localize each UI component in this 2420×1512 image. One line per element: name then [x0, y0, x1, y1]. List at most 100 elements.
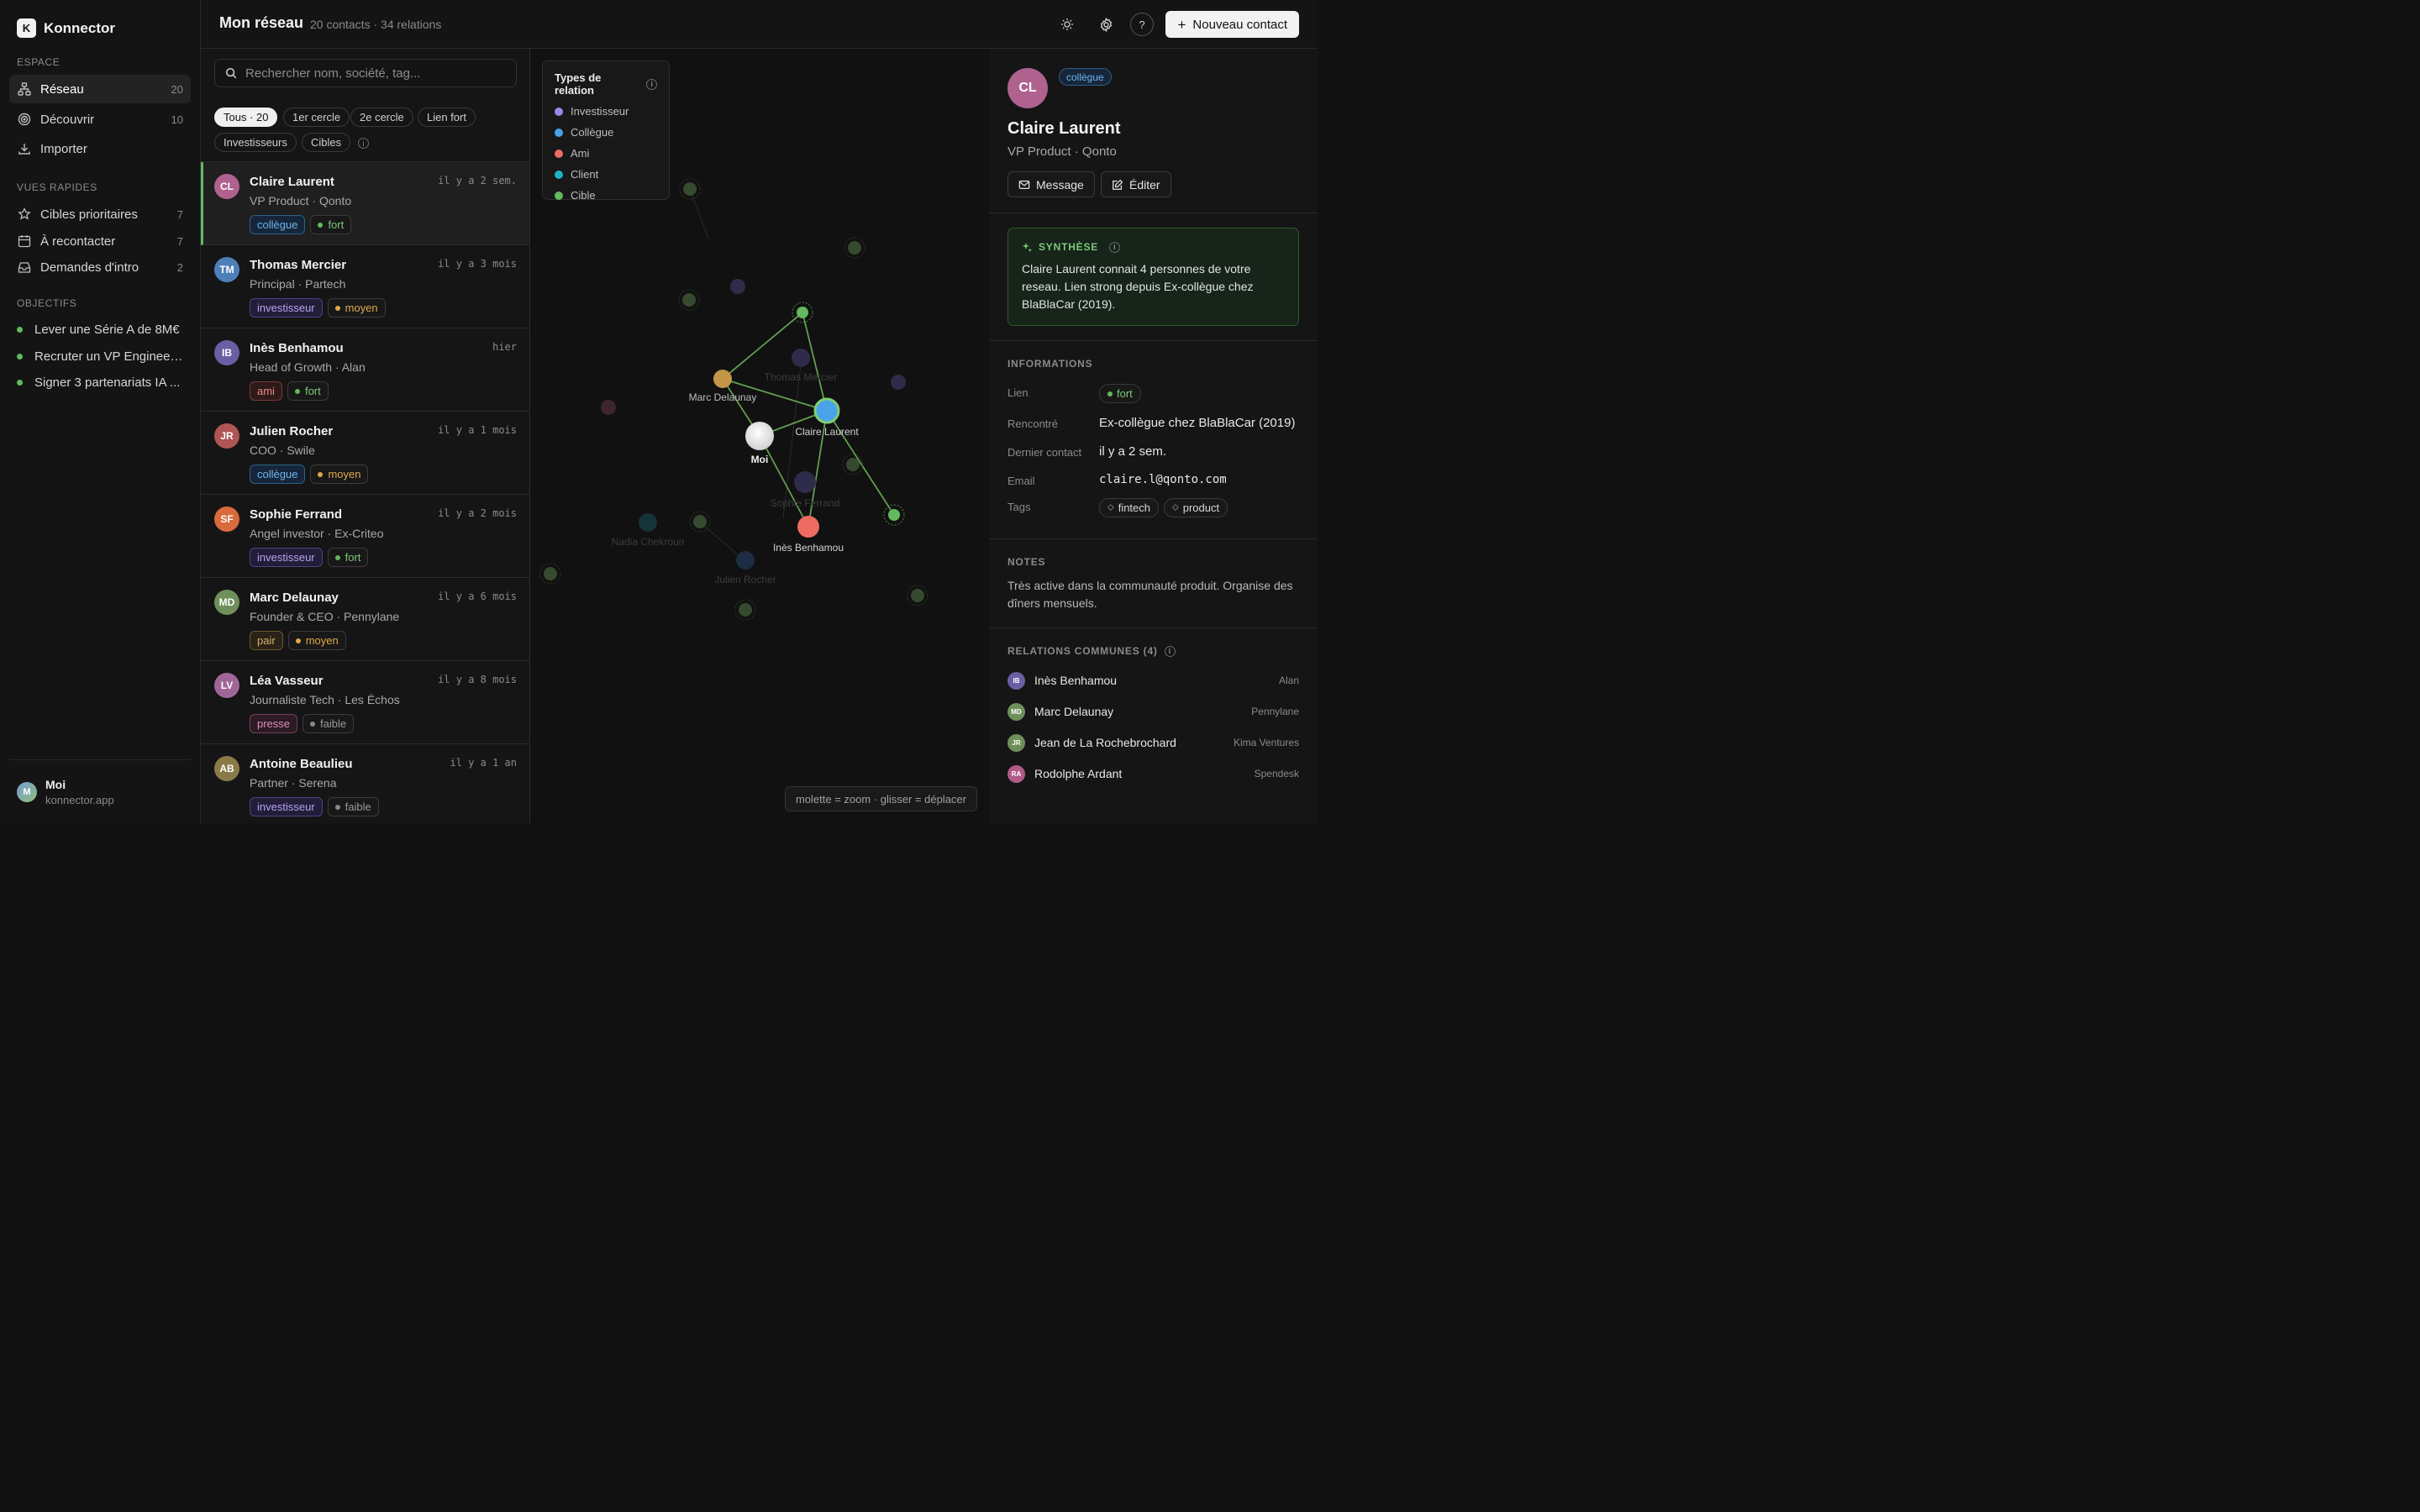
user-footer[interactable]: M Moi konnector.app: [9, 759, 191, 823]
sidebar-item-importer[interactable]: Importer: [9, 134, 191, 163]
sidebar-goal-1[interactable]: Lever une Série A de 8M€: [9, 315, 191, 344]
goal-label: Lever une Série A de 8M€: [34, 322, 180, 337]
relation-tag: collègue: [250, 465, 306, 484]
graph-label-claire: Claire Laurent: [795, 426, 859, 438]
mutual-company: Alan: [1278, 675, 1299, 686]
mutual-relation-row[interactable]: IB Inès Benhamou Alan: [1007, 671, 1299, 690]
mutual-section-title: RELATIONS COMMUNES (4) i: [1007, 645, 1176, 657]
new-contact-button[interactable]: + Nouveau contact: [1165, 11, 1299, 38]
detail-divider: [989, 538, 1318, 539]
strength-label: moyen: [305, 634, 339, 647]
tag-pill[interactable]: ⬦ fintech: [1099, 498, 1160, 517]
legend-label: Ami: [571, 147, 590, 160]
filter-cibles[interactable]: Cibles: [302, 133, 351, 152]
detail-divider: [989, 627, 1318, 628]
legend-item-cible: Cible: [555, 189, 657, 202]
search-input[interactable]: [245, 66, 506, 81]
contact-row[interactable]: LV Léa Vasseur Journaliste Tech · Les Écho…: [201, 661, 529, 744]
graph-node-claire: [813, 397, 840, 424]
info-row-lien: Lien fort: [1007, 384, 1299, 404]
info-value: fort: [1099, 384, 1141, 403]
message-button[interactable]: Message: [1007, 171, 1095, 197]
contact-row[interactable]: IB Inès Benhamou Head of Growth · Alan hier…: [201, 328, 529, 412]
contact-avatar: AB: [214, 756, 239, 781]
mutual-relation-row[interactable]: JR Jean de La Rochebrochard Kima Ventures: [1007, 733, 1299, 752]
filter-2e-cercle[interactable]: 2e cercle: [350, 108, 413, 127]
strength-tag: moyen: [327, 298, 386, 318]
tag-icon: ⬦: [1107, 502, 1114, 512]
mail-icon: [1018, 180, 1030, 189]
legend-dot-icon: [555, 149, 563, 158]
user-name: Moi: [45, 777, 66, 791]
sidebar-item-reseau[interactable]: Réseau 20: [9, 75, 191, 103]
graph-label-sophie: Sophie Ferrand: [771, 497, 840, 509]
mutual-company: Spendesk: [1254, 768, 1299, 780]
brand[interactable]: K Konnector: [17, 18, 115, 38]
search-box[interactable]: [214, 59, 517, 87]
contact-row[interactable]: AB Antoine Beaulieu Partner · Serena il y a…: [201, 744, 529, 823]
edit-button[interactable]: Éditer: [1101, 171, 1171, 197]
contact-avatar: SF: [214, 507, 239, 532]
relation-tag: collègue: [250, 215, 306, 234]
settings-button[interactable]: [1093, 12, 1118, 37]
filter-tous[interactable]: Tous · 20: [214, 108, 278, 127]
sidebar-item-label: Découvrir: [40, 112, 95, 127]
graph-node-moi: [745, 422, 774, 450]
contact-name: Antoine Beaulieu: [250, 757, 353, 771]
contact-row[interactable]: SF Sophie Ferrand Angel investor · Ex-Crit…: [201, 495, 529, 578]
filter-lien-fort[interactable]: Lien fort: [418, 108, 476, 127]
graph-node-faded: [730, 279, 745, 294]
sidebar-goal-3[interactable]: Signer 3 partenariats IA ...: [9, 368, 191, 396]
mutual-title-text: RELATIONS COMMUNES (4): [1007, 645, 1158, 657]
sidebar-goal-2[interactable]: Recruter un VP Engineer...: [9, 342, 191, 370]
mutual-company: Pennylane: [1251, 706, 1299, 717]
contact-list-panel: Tous · 20 1er cercle 2e cercle Lien fort…: [201, 49, 530, 823]
contact-tags: investisseur moyen: [250, 298, 386, 318]
network-graph[interactable]: Thomas Mercier Marc Delaunay Claire Laur…: [530, 49, 989, 823]
legend-title: Types de relation i: [555, 71, 657, 97]
sidebar-item-demandes-intro[interactable]: Demandes d'intro 2: [9, 253, 191, 281]
filter-1er-cercle[interactable]: 1er cercle: [283, 108, 350, 127]
graph-label-marc: Marc Delaunay: [689, 391, 757, 403]
mutual-relation-row[interactable]: RA Rodolphe Ardant Spendesk: [1007, 764, 1299, 783]
mutual-relation-row[interactable]: MD Marc Delaunay Pennylane: [1007, 702, 1299, 721]
strength-dot-icon: [318, 471, 324, 477]
relation-tag: investisseur: [250, 797, 323, 816]
contact-name: Léa Vasseur: [250, 674, 324, 688]
relation-tag: investisseur: [250, 298, 323, 318]
graph-node-faded: [848, 241, 861, 255]
network-icon: [17, 81, 32, 97]
info-icon[interactable]: i: [646, 78, 657, 90]
email-link[interactable]: claire.l@qonto.com: [1099, 473, 1227, 486]
tag-pill[interactable]: ⬦ product: [1164, 498, 1228, 517]
graph-node-faded: [794, 471, 816, 493]
info-icon[interactable]: i: [1164, 645, 1176, 657]
graph-node-faded: [911, 589, 924, 602]
brand-logo: K: [17, 18, 36, 38]
contact-tags: presse faible: [250, 714, 355, 733]
contact-avatar: TM: [214, 257, 239, 282]
filter-investisseurs[interactable]: Investisseurs: [214, 133, 297, 152]
info-key: Dernier contact: [1007, 446, 1082, 459]
contact-tags: investisseur fort: [250, 548, 369, 567]
contact-avatar: CL: [214, 174, 239, 199]
sidebar-item-decouvrir[interactable]: Découvrir 10: [9, 105, 191, 134]
sidebar-item-a-recontacter[interactable]: À recontacter 7: [9, 227, 191, 255]
info-icon[interactable]: i: [1109, 241, 1121, 253]
sidebar-item-cibles-prioritaires[interactable]: Cibles prioritaires 7: [9, 200, 191, 228]
contact-row[interactable]: CL Claire Laurent VP Product · Qonto il y a…: [201, 162, 529, 245]
strength-label: fort: [328, 218, 345, 231]
goal-label: Signer 3 partenariats IA ...: [34, 375, 181, 390]
contact-last-seen: il y a 6 mois: [438, 591, 517, 602]
strength-label: fort: [1117, 387, 1133, 400]
contact-row[interactable]: TM Thomas Mercier Principal · Partech il y …: [201, 245, 529, 328]
contact-row[interactable]: JR Julien Rocher COO · Swile il y a 1 mois c…: [201, 412, 529, 495]
strength-tag: faible: [327, 797, 379, 816]
legend-dot-icon: [555, 128, 563, 137]
notes-text: Très active dans la communauté produit. …: [1007, 579, 1293, 610]
help-button[interactable]: ?: [1130, 13, 1154, 36]
contact-row[interactable]: MD Marc Delaunay Founder & CEO · Pennylane…: [201, 578, 529, 661]
contact-last-seen: il y a 8 mois: [438, 674, 517, 685]
info-icon[interactable]: i: [358, 138, 369, 149]
theme-toggle-button[interactable]: [1055, 12, 1080, 37]
